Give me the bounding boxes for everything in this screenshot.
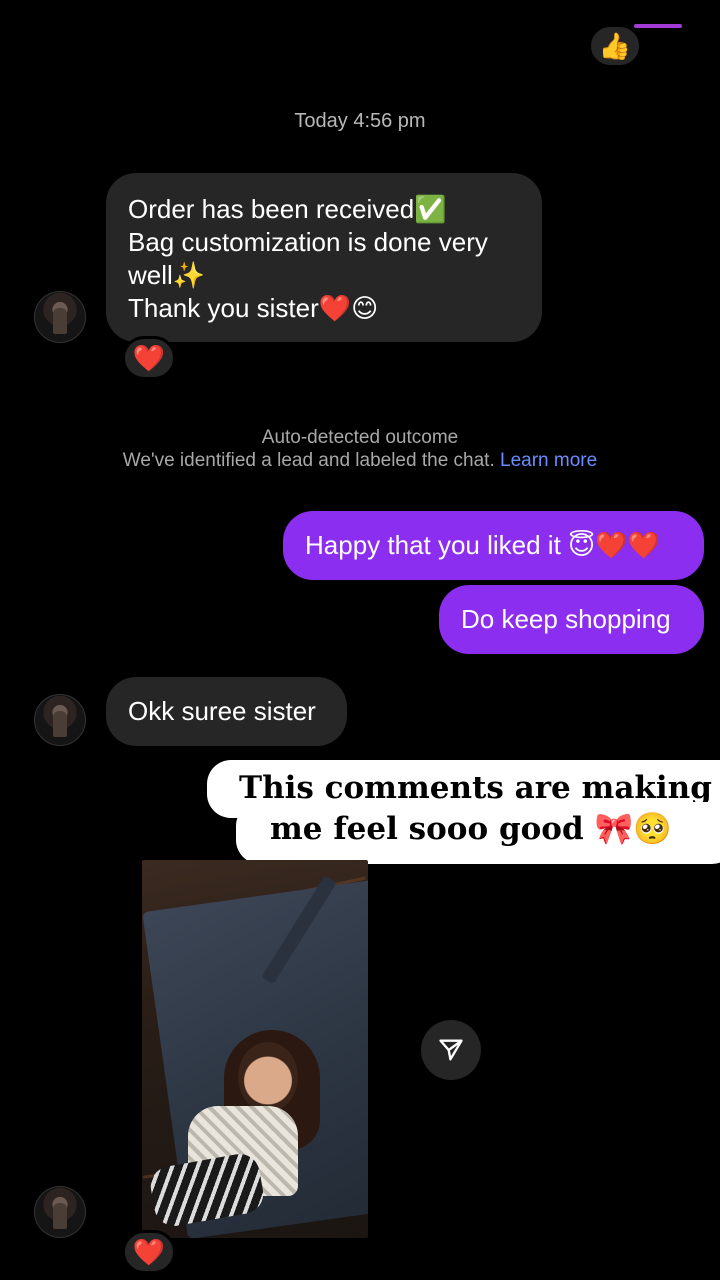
photo-message[interactable]	[142, 860, 368, 1238]
thumbs-up-icon: 👍	[598, 31, 632, 61]
notice-title: Auto-detected outcome	[261, 427, 459, 448]
photo-person-face	[238, 1042, 298, 1112]
learn-more-link[interactable]: Learn more	[500, 450, 597, 471]
message-line: Thank you sister❤️😊	[128, 293, 379, 323]
contact-avatar[interactable]	[34, 291, 86, 343]
thumbs-up-reaction[interactable]: 👍	[588, 24, 642, 68]
message-okk-suree[interactable]: Okk suree sister	[106, 677, 347, 746]
heart-reaction[interactable]: ❤️	[122, 336, 176, 380]
outgoing-message-happy[interactable]: Happy that you liked it 😇❤️❤️	[283, 511, 704, 580]
timestamp: Today 4:56 pm	[294, 110, 426, 132]
chat-screen: 👍 Today 4:56 pm Order has been received✅…	[0, 0, 720, 1280]
caption-line-2: me feel sooo good 🎀🥺	[236, 802, 720, 864]
photo-heart-reaction[interactable]: ❤️	[122, 1230, 176, 1274]
outgoing-message-keep-shopping[interactable]: Do keep shopping	[439, 585, 704, 654]
send-icon	[439, 1039, 463, 1061]
notice-body: We've identified a lead and labeled the …	[122, 450, 495, 471]
message-line: well✨	[128, 260, 206, 290]
top-accent-bar	[634, 24, 682, 28]
contact-avatar[interactable]	[34, 1186, 86, 1238]
heart-icon: ❤️	[132, 1237, 166, 1267]
message-order-received[interactable]: Order has been received✅ Bag customizati…	[106, 173, 542, 342]
contact-avatar[interactable]	[34, 694, 86, 746]
message-line: Order has been received✅	[128, 194, 447, 224]
message-line: Bag customization is done very	[128, 227, 488, 257]
notice-body-row: We've identified a lead and labeled the …	[0, 449, 720, 472]
share-button[interactable]	[421, 1020, 481, 1080]
auto-detected-notice: Auto-detected outcome We've identified a…	[0, 426, 720, 472]
heart-icon: ❤️	[132, 343, 166, 373]
